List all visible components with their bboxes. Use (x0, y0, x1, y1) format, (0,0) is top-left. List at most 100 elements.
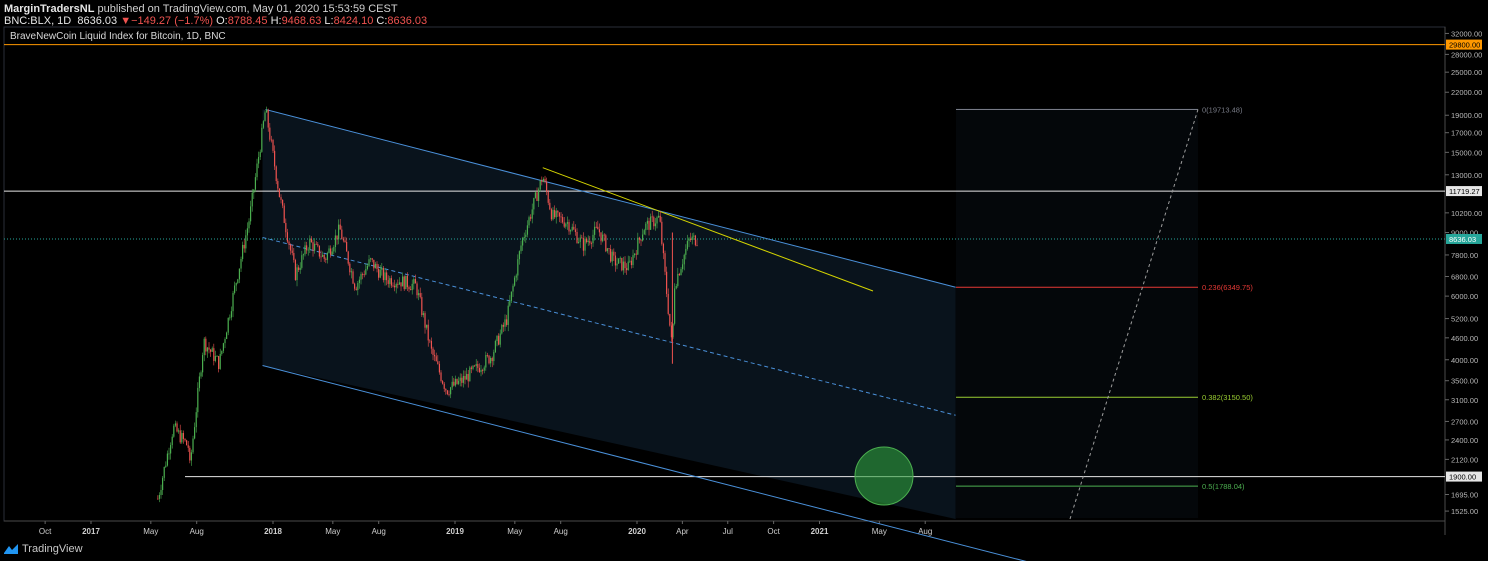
candle-body (539, 180, 541, 190)
candle-body (507, 305, 509, 325)
candle-body (579, 237, 581, 242)
price-tick-label: 3100.00 (1451, 396, 1478, 405)
candle-body (488, 355, 490, 364)
candle-body (261, 127, 263, 152)
candle-body (586, 238, 588, 243)
candle-body (331, 251, 333, 255)
candle-body (589, 240, 591, 244)
candle-body (696, 245, 698, 247)
candle-body (290, 244, 292, 251)
time-tick-label: 2021 (811, 527, 829, 536)
footer-branding[interactable]: TradingView (4, 543, 83, 555)
candle-body (410, 289, 412, 291)
candle-body (440, 372, 442, 382)
candle-body (349, 263, 351, 273)
candle-body (557, 210, 559, 213)
candle-body (302, 254, 305, 256)
candle-body (453, 381, 455, 386)
candle-body (643, 230, 645, 235)
candle-body (520, 245, 522, 252)
candle-body (182, 433, 185, 439)
price-tick-label: 28000.00 (1451, 50, 1482, 59)
price-axis: 32000.00 28000.00 25000.00 22000.00 19000.00… (1445, 29, 1482, 516)
candle-body (165, 465, 167, 467)
candle-body (211, 348, 213, 352)
candle-body (570, 230, 572, 232)
level-labels: 29800.00 11719.27 8636.03 1900.00 (1446, 39, 1482, 482)
candle-body (594, 226, 596, 235)
candle-body (275, 166, 277, 182)
candle-body (421, 297, 423, 316)
candle-body (397, 284, 399, 285)
candle-body (584, 238, 586, 251)
candle-body (494, 340, 497, 353)
candle-body (234, 285, 236, 293)
candle-body (635, 253, 637, 255)
candle-body (214, 356, 217, 361)
candle-body (326, 252, 329, 260)
candle-body (299, 267, 301, 270)
candle-body (373, 259, 375, 269)
candle-body (438, 363, 441, 373)
candle-body (674, 288, 676, 324)
candle-body (381, 267, 383, 270)
candle-body (558, 212, 561, 217)
candle-body (491, 357, 493, 362)
candle-body (181, 433, 183, 443)
candle-body (624, 261, 626, 269)
price-chart[interactable]: BraveNewCoin Liquid Index for Bitcoin, 1… (0, 0, 1488, 561)
candle-body (230, 311, 233, 318)
candle-body (227, 317, 229, 333)
candle-body (242, 244, 244, 260)
candle-body (376, 263, 378, 269)
candle-body (355, 288, 357, 291)
candle-body (534, 192, 537, 198)
candle-body (600, 232, 602, 242)
price-tick-label: 15000.00 (1451, 148, 1482, 157)
candle-body (354, 283, 356, 289)
candle-body (454, 378, 457, 386)
candle-body (163, 466, 165, 478)
candle-body (550, 209, 553, 220)
candle-body (315, 243, 317, 245)
candle-body (318, 245, 321, 257)
candle-body (443, 383, 445, 389)
candle-body (651, 216, 653, 218)
candle-body (603, 234, 605, 236)
fib-level-label: 0.382(3150.50) (1202, 393, 1253, 402)
candle-body (262, 121, 265, 128)
candle-body (504, 319, 506, 327)
candle-body (446, 390, 449, 395)
candle-body (374, 263, 377, 269)
candle-body (235, 282, 237, 286)
candle-body (664, 253, 666, 272)
candle-body (678, 273, 681, 276)
candle-body (310, 238, 313, 243)
target-circle (854, 446, 914, 506)
candle-body (450, 387, 452, 395)
candle-body (472, 365, 474, 369)
candle-body (202, 355, 204, 373)
candle-body (179, 430, 181, 443)
price-tick-label: 13000.00 (1451, 171, 1482, 180)
candle-body (427, 324, 429, 341)
candle-body (466, 373, 468, 380)
candle-body (653, 217, 655, 227)
candle-body (365, 269, 367, 275)
candle-body (598, 229, 601, 233)
candle-body (597, 226, 599, 230)
candle-body (546, 181, 548, 192)
candle-body (323, 254, 325, 259)
candle-body (232, 292, 234, 312)
candle-body (530, 217, 532, 219)
candle-body (422, 313, 425, 316)
candle-body (528, 217, 530, 226)
candle-body (432, 348, 434, 355)
candle-body (435, 356, 437, 362)
candle-body (531, 209, 533, 219)
candle-body (658, 215, 660, 218)
candle-body (462, 375, 465, 383)
candle-body (160, 490, 162, 495)
candle-body (190, 452, 193, 461)
candle-body (442, 381, 444, 384)
